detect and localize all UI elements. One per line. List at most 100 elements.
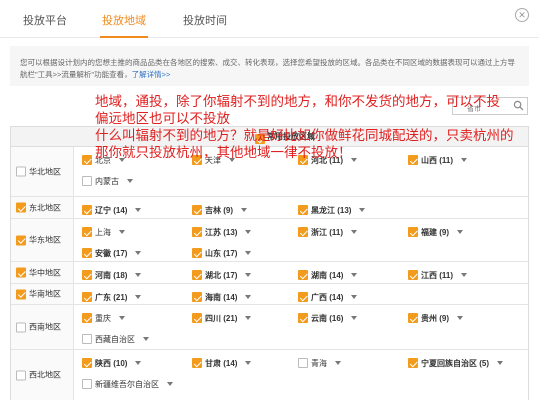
chevron-down-icon[interactable] bbox=[135, 361, 142, 365]
chevron-down-icon[interactable] bbox=[119, 158, 125, 162]
chevron-down-icon[interactable] bbox=[457, 316, 463, 320]
chevron-down-icon[interactable] bbox=[245, 295, 252, 299]
chevron-down-icon[interactable] bbox=[127, 179, 133, 183]
province-checkbox[interactable] bbox=[408, 227, 418, 237]
region-checkbox[interactable] bbox=[16, 370, 26, 380]
province-checkbox[interactable] bbox=[192, 292, 202, 302]
province-checkbox[interactable] bbox=[82, 155, 92, 165]
province-checkbox[interactable] bbox=[408, 270, 418, 280]
province-item[interactable]: 甘肃 (14) bbox=[192, 356, 252, 370]
region-checkbox[interactable] bbox=[16, 235, 26, 245]
province-item[interactable]: 陕西 (10) bbox=[82, 356, 142, 370]
province-item[interactable]: 海南 (14) bbox=[192, 290, 252, 304]
chevron-down-icon[interactable] bbox=[351, 273, 358, 277]
learn-more-link[interactable]: 了解详情>> bbox=[132, 70, 171, 79]
province-checkbox[interactable] bbox=[82, 248, 92, 258]
province-checkbox[interactable] bbox=[82, 313, 92, 323]
province-checkbox[interactable] bbox=[192, 205, 202, 215]
chevron-down-icon[interactable] bbox=[143, 337, 149, 341]
region-checkbox[interactable] bbox=[16, 166, 26, 177]
province-checkbox[interactable] bbox=[82, 227, 92, 237]
region-selector[interactable]: 华东地区 bbox=[16, 235, 61, 246]
province-item[interactable]: 宁夏回族自治区 (5) bbox=[408, 356, 503, 370]
chevron-down-icon[interactable] bbox=[335, 361, 341, 365]
chevron-down-icon[interactable] bbox=[457, 230, 463, 234]
province-checkbox[interactable] bbox=[192, 155, 202, 165]
province-search[interactable] bbox=[452, 97, 528, 118]
province-checkbox[interactable] bbox=[192, 248, 202, 258]
province-checkbox[interactable] bbox=[298, 205, 308, 215]
province-checkbox[interactable] bbox=[82, 292, 92, 302]
region-checkbox[interactable] bbox=[16, 202, 26, 213]
province-item[interactable]: 青海 bbox=[298, 356, 341, 370]
search-input[interactable] bbox=[453, 101, 511, 118]
chevron-down-icon[interactable] bbox=[245, 251, 252, 255]
chevron-down-icon[interactable] bbox=[119, 316, 125, 320]
province-checkbox[interactable] bbox=[408, 358, 418, 368]
province-item[interactable]: 贵州 (9) bbox=[408, 311, 463, 325]
chevron-down-icon[interactable] bbox=[135, 295, 142, 299]
province-checkbox[interactable] bbox=[82, 270, 92, 280]
province-checkbox[interactable] bbox=[82, 176, 92, 186]
chevron-down-icon[interactable] bbox=[245, 361, 252, 365]
province-checkbox[interactable] bbox=[408, 313, 418, 323]
province-checkbox[interactable] bbox=[192, 270, 202, 280]
province-item[interactable]: 天津 bbox=[192, 153, 235, 167]
region-checkbox[interactable] bbox=[16, 267, 26, 278]
province-item[interactable]: 辽宁 (14) bbox=[82, 203, 142, 217]
province-checkbox[interactable] bbox=[82, 379, 92, 389]
chevron-down-icon[interactable] bbox=[119, 230, 125, 234]
tab-time[interactable]: 投放时间 bbox=[183, 12, 227, 28]
region-selector[interactable]: 东北地区 bbox=[16, 202, 61, 213]
province-item[interactable]: 山东 (17) bbox=[192, 246, 252, 260]
region-selector[interactable]: 华中地区 bbox=[16, 267, 61, 278]
province-checkbox[interactable] bbox=[82, 358, 92, 368]
province-checkbox[interactable] bbox=[298, 227, 308, 237]
chevron-down-icon[interactable] bbox=[245, 316, 252, 320]
province-item[interactable]: 河北 (11) bbox=[298, 153, 358, 167]
chevron-down-icon[interactable] bbox=[461, 158, 468, 162]
region-selector[interactable]: 华北地区 bbox=[16, 166, 61, 177]
chevron-down-icon[interactable] bbox=[359, 208, 366, 212]
province-item[interactable]: 湖北 (17) bbox=[192, 268, 252, 282]
chevron-down-icon[interactable] bbox=[241, 208, 247, 212]
province-item[interactable]: 新疆维吾尔自治区 bbox=[82, 377, 173, 391]
province-item[interactable]: 广东 (21) bbox=[82, 290, 142, 304]
chevron-down-icon[interactable] bbox=[135, 251, 142, 255]
province-item[interactable]: 安徽 (17) bbox=[82, 246, 142, 260]
province-item[interactable]: 北京 bbox=[82, 153, 125, 167]
province-item[interactable]: 云南 (16) bbox=[298, 311, 358, 325]
chevron-down-icon[interactable] bbox=[135, 273, 142, 277]
chevron-down-icon[interactable] bbox=[135, 208, 142, 212]
region-checkbox[interactable] bbox=[16, 322, 26, 332]
province-checkbox[interactable] bbox=[298, 155, 308, 165]
province-checkbox[interactable] bbox=[82, 334, 92, 344]
province-item[interactable]: 江苏 (13) bbox=[192, 225, 252, 239]
province-checkbox[interactable] bbox=[192, 227, 202, 237]
chevron-down-icon[interactable] bbox=[351, 316, 358, 320]
province-item[interactable]: 福建 (9) bbox=[408, 225, 463, 239]
province-checkbox[interactable] bbox=[298, 358, 308, 368]
province-item[interactable]: 湖南 (14) bbox=[298, 268, 358, 282]
chevron-down-icon[interactable] bbox=[351, 295, 358, 299]
province-checkbox[interactable] bbox=[298, 313, 308, 323]
chevron-down-icon[interactable] bbox=[245, 230, 252, 234]
province-item[interactable]: 江西 (11) bbox=[408, 268, 468, 282]
province-item[interactable]: 西藏自治区 bbox=[82, 332, 149, 346]
province-item[interactable]: 浙江 (11) bbox=[298, 225, 358, 239]
province-item[interactable]: 河南 (18) bbox=[82, 268, 142, 282]
province-item[interactable]: 内蒙古 bbox=[82, 174, 133, 188]
select-common-checkbox[interactable] bbox=[255, 134, 265, 144]
chevron-down-icon[interactable] bbox=[167, 382, 173, 386]
province-item[interactable]: 山西 (11) bbox=[408, 153, 468, 167]
region-checkbox[interactable] bbox=[16, 289, 26, 299]
region-selector[interactable]: 华南地区 bbox=[16, 289, 61, 300]
province-item[interactable]: 四川 (21) bbox=[192, 311, 252, 325]
search-icon[interactable] bbox=[513, 100, 524, 111]
province-checkbox[interactable] bbox=[408, 155, 418, 165]
tab-region[interactable]: 投放地域 bbox=[102, 12, 146, 28]
region-selector[interactable]: 西南地区 bbox=[16, 322, 61, 333]
province-item[interactable]: 上海 bbox=[82, 225, 125, 239]
province-checkbox[interactable] bbox=[82, 205, 92, 215]
tab-platform[interactable]: 投放平台 bbox=[23, 12, 67, 28]
